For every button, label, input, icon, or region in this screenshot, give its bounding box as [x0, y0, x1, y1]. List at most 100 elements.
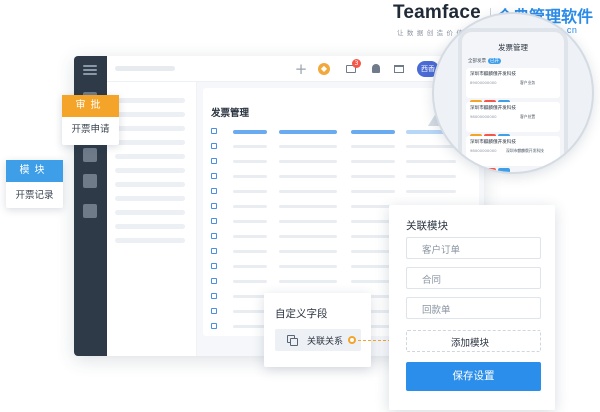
row-checkbox[interactable]: [211, 293, 217, 299]
table-cell: [233, 175, 267, 178]
relation-field-label: 关联关系: [307, 337, 344, 347]
nav-line: [115, 154, 185, 159]
table-cell: [279, 175, 337, 178]
sidebar-item[interactable]: [83, 204, 97, 218]
table-cell: [279, 250, 337, 253]
row-checkbox[interactable]: [211, 233, 217, 239]
table-row[interactable]: [211, 143, 461, 151]
related-module-option[interactable]: 客户订单: [406, 237, 541, 259]
table-cell: [279, 160, 337, 163]
phone-card-chips: [470, 124, 512, 139]
add-module-button[interactable]: 添加模块: [406, 330, 541, 352]
table-cell: [233, 220, 267, 223]
row-checkbox[interactable]: [211, 278, 217, 284]
book-icon[interactable]: [392, 62, 406, 76]
bell-icon[interactable]: [369, 62, 383, 76]
phone-filter-label: 全部发票: [468, 59, 486, 64]
nav-line: [115, 98, 185, 103]
nav-line: [115, 224, 185, 229]
table-cell: [406, 145, 456, 148]
phone-card-right: 客户处置: [520, 114, 536, 119]
phone-card[interactable]: 深圳市麒麟俄开发科技 89000000000 客户业务: [466, 68, 560, 105]
table-cell: [351, 160, 395, 163]
table-cell: [233, 145, 267, 148]
nav-line: [115, 168, 185, 173]
top-bar: + ◆ 3 西香: [107, 56, 484, 82]
sidebar-item[interactable]: [83, 148, 97, 162]
phone-card-title: 深圳市麒麟俄开发科技: [470, 140, 516, 145]
table-row[interactable]: [211, 173, 461, 181]
hamburger-menu-icon[interactable]: [83, 65, 97, 75]
table-cell: [233, 310, 267, 313]
row-checkbox[interactable]: [211, 203, 217, 209]
related-module-option-label: 合同: [422, 275, 442, 286]
phone-filter-tag: 已开: [488, 58, 501, 64]
related-module-option-label: 回款单: [422, 305, 451, 316]
related-module-option[interactable]: 回款单: [406, 297, 541, 319]
row-checkbox[interactable]: [211, 173, 217, 179]
phone-card-title: 深圳市麒麟俄开发科技: [470, 106, 516, 111]
brand-name: Teamface: [393, 2, 481, 23]
table-cell: [233, 295, 267, 298]
module-item[interactable]: 开票记录: [6, 187, 63, 201]
phone-card-right: 客户业务: [520, 80, 536, 85]
table-header-row[interactable]: [211, 128, 461, 136]
secondary-nav: [107, 82, 197, 356]
table-cell: [406, 175, 456, 178]
table-cell: [279, 265, 337, 268]
table-cell: [279, 235, 337, 238]
nav-line: [115, 196, 185, 201]
row-checkbox[interactable]: [211, 143, 217, 149]
save-settings-button[interactable]: 保存设置: [406, 362, 541, 391]
table-cell: [233, 190, 267, 193]
phone-filter[interactable]: 全部发票 已开: [468, 58, 501, 64]
row-checkbox[interactable]: [211, 263, 217, 269]
table-cell: [233, 280, 267, 283]
nav-line: [115, 140, 185, 145]
row-checkbox[interactable]: [211, 188, 217, 194]
related-module-option-label: 客户订单: [422, 245, 461, 256]
table-cell: [279, 145, 337, 148]
nav-line: [115, 238, 185, 243]
table-cell: [406, 160, 456, 163]
table-cell: [233, 250, 267, 253]
table-cell: [233, 265, 267, 268]
row-checkbox[interactable]: [211, 308, 217, 314]
phone-card[interactable]: 深圳市麒麟俄开发科技 98000000000 客户处置: [466, 102, 560, 139]
table-cell: [406, 190, 456, 193]
mail-icon[interactable]: 3: [344, 59, 361, 76]
table-cell: [233, 205, 267, 208]
related-module-option[interactable]: 合同: [406, 267, 541, 289]
row-checkbox[interactable]: [211, 158, 217, 164]
page-title: 发票管理: [211, 108, 250, 119]
row-checkbox[interactable]: [211, 323, 217, 329]
row-checkbox[interactable]: [211, 248, 217, 254]
table-cell: [233, 325, 267, 328]
approval-item[interactable]: 开票申请: [62, 121, 119, 135]
phone-card[interactable]: 深圳市麒麟俄开发科技 98000000000 深圳市麒麟俄开发科技: [466, 136, 560, 172]
phone-title: 发票管理: [498, 43, 528, 52]
table-cell: [351, 145, 395, 148]
module-header: 模块: [6, 160, 63, 182]
custom-field-title: 自定义字段: [275, 308, 328, 320]
nav-line: [115, 210, 185, 215]
row-checkbox[interactable]: [211, 128, 217, 134]
plus-icon[interactable]: +: [294, 62, 308, 77]
table-cell: [279, 280, 337, 283]
nav-line: [115, 182, 185, 187]
table-cell: [233, 130, 267, 134]
stage: Teamface 让数据创造价值 企典管理软件 www.teamface.cn …: [0, 0, 600, 412]
tag-icon[interactable]: ◆: [318, 63, 330, 75]
mobile-preview-magnifier: 发票管理 全部发票 已开 深圳市麒麟俄开发科技 89000000000 客户业务 …: [432, 12, 594, 174]
table-cell: [233, 235, 267, 238]
table-cell: [351, 175, 395, 178]
table-row[interactable]: [211, 158, 461, 166]
table-row[interactable]: [211, 188, 461, 196]
add-module-label: 添加模块: [451, 338, 490, 349]
row-checkbox[interactable]: [211, 218, 217, 224]
table-cell: [351, 130, 395, 134]
sidebar-item[interactable]: [83, 174, 97, 188]
table-cell: [351, 190, 395, 193]
phone-card-chips: [470, 90, 512, 105]
breadcrumb-placeholder: [115, 66, 175, 71]
